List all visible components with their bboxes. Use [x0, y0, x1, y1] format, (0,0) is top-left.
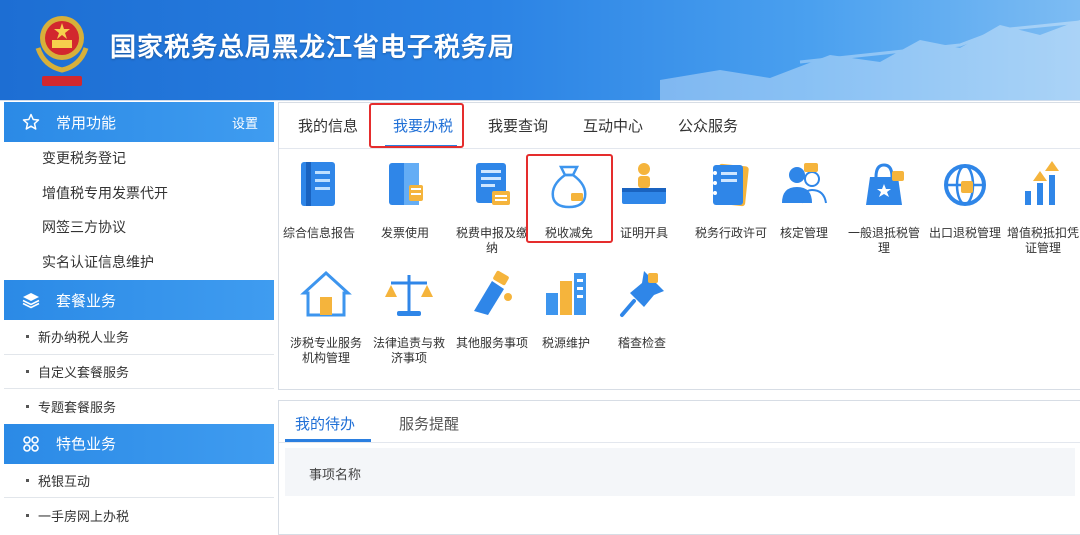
tile-label: 发票使用: [380, 226, 429, 240]
tile-highlight-box: [526, 154, 613, 243]
tile-vat-deduction[interactable]: 增值税抵扣凭证管理: [1007, 157, 1079, 256]
sidebar-section-package[interactable]: 套餐业务: [4, 280, 274, 320]
sidebar-item-label: 自定义套餐服务: [38, 365, 130, 381]
tile-label: 综合信息报告: [282, 226, 355, 240]
tile-label: 税务行政许可: [694, 226, 767, 240]
tile-label: 法律追责与救济事项: [372, 336, 445, 365]
tile-professional-service[interactable]: 涉税专业服务机构管理: [285, 267, 367, 366]
settings-link[interactable]: 设置: [232, 113, 258, 132]
sidebar-item-new-taxpayer[interactable]: 新办纳税人业务: [4, 320, 274, 355]
sidebar-section-title: 套餐业务: [56, 291, 117, 310]
tile-label: 其他服务事项: [455, 336, 528, 350]
active-tab-indicator: [285, 439, 371, 442]
tile-other-services[interactable]: 其他服务事项: [451, 267, 533, 351]
great-wall-background-icon: [660, 20, 1080, 100]
sidebar: 常用功能 设置 变更税务登记 增值税专用发票代开 网签三方协议 实名认证信息维护…: [4, 102, 274, 535]
layers-icon: [22, 291, 40, 309]
tab-service-reminder[interactable]: 服务提醒: [399, 413, 459, 434]
hand-service-icon: [474, 270, 512, 315]
tile-label: 税源维护: [541, 336, 590, 350]
bullet: [26, 369, 29, 373]
sidebar-item-tripartite-agreement[interactable]: 网签三方协议: [4, 211, 274, 246]
column-header-item-name: 事项名称: [309, 468, 362, 483]
globe-icon: [944, 164, 986, 206]
tile-label: 一般退抵税管理: [847, 226, 920, 255]
tile-legal-remedy[interactable]: 法律追责与救济事项: [370, 267, 448, 366]
sidebar-item-topic-package[interactable]: 专题套餐服务: [4, 389, 274, 424]
sidebar-item-label: 税银互动: [38, 474, 91, 490]
tab-my-info[interactable]: 我的信息: [298, 115, 358, 136]
site-title: 国家税务总局黑龙江省电子税务局: [110, 33, 516, 63]
tab-public-service[interactable]: 公众服务: [678, 115, 738, 136]
tile-label: 涉税专业服务机构管理: [289, 336, 362, 365]
grid-icon: [22, 435, 40, 453]
permit-notebook-icon: [713, 163, 749, 207]
tile-comprehensive-report[interactable]: 综合信息报告: [280, 157, 358, 241]
tile-inspection[interactable]: 稽查检查: [603, 267, 681, 351]
refund-bag-icon: [866, 163, 904, 205]
sidebar-item-new-house-tax[interactable]: 一手房网上办税: [4, 498, 274, 533]
scales-icon: [385, 275, 433, 316]
invoice-icon: [389, 163, 423, 205]
tile-certificate[interactable]: 证明开具: [605, 157, 683, 241]
star-icon: [22, 113, 40, 131]
buildings-icon: [546, 273, 586, 315]
sidebar-item-tax-bank[interactable]: 税银互动: [4, 464, 274, 498]
sidebar-item-label: 一手房网上办税: [38, 509, 130, 525]
sidebar-section-special[interactable]: 特色业务: [4, 423, 274, 464]
sidebar-item-label: 新办纳税人业务: [38, 331, 130, 347]
header-divider: [0, 100, 1080, 101]
national-emblem-icon: [35, 16, 89, 86]
sidebar-section-common[interactable]: 常用功能 设置: [4, 102, 274, 142]
tile-export-refund[interactable]: 出口退税管理: [925, 157, 1005, 241]
sidebar-item-custom-package[interactable]: 自定义套餐服务: [4, 355, 274, 389]
tile-label: 稽查检查: [617, 336, 666, 350]
tab-my-todo[interactable]: 我的待办: [295, 413, 355, 434]
sidebar-item-label: 专题套餐服务: [38, 400, 117, 416]
todo-tabs: 我的待办 服务提醒: [279, 401, 1080, 443]
sidebar-item-real-name-auth[interactable]: 实名认证信息维护: [4, 246, 274, 281]
sidebar-section-title: 特色业务: [56, 435, 117, 453]
bullet: [26, 404, 29, 408]
tab-highlight-box: [369, 103, 464, 148]
bullet: [26, 335, 29, 339]
bar-growth-icon: [1025, 161, 1059, 205]
certificate-person-icon: [622, 163, 666, 204]
tile-verification[interactable]: 核定管理: [765, 157, 843, 241]
tab-query[interactable]: 我要查询: [488, 115, 548, 136]
users-icon: [782, 163, 827, 204]
todo-panel: 我的待办 服务提醒 事项名称: [278, 400, 1080, 535]
site-header: 国家税务总局黑龙江省电子税务局: [0, 0, 1080, 100]
tile-label: 出口退税管理: [928, 226, 1001, 240]
tile-tax-source[interactable]: 税源维护: [527, 267, 605, 351]
tile-label: 增值税抵扣凭证管理: [1007, 226, 1080, 255]
sidebar-item-vat-invoice[interactable]: 增值税专用发票代开: [4, 177, 274, 212]
main-panel: 我的信息 我要办税 我要查询 互动中心 公众服务 综合信息报告 发票使用 税费申…: [278, 102, 1080, 390]
tile-invoice-usage[interactable]: 发票使用: [366, 157, 444, 241]
tile-tax-declaration[interactable]: 税费申报及缴纳: [451, 157, 533, 256]
sidebar-item-change-registration[interactable]: 变更税务登记: [4, 142, 274, 177]
task-table-header: 事项名称: [285, 448, 1075, 496]
tile-label: 核定管理: [779, 226, 828, 240]
tax-declaration-icon: [476, 163, 510, 205]
house-tools-icon: [300, 270, 352, 317]
tile-label: 税费申报及缴纳: [455, 226, 528, 255]
pushpin-icon: [620, 271, 664, 317]
tile-admin-permit[interactable]: 税务行政许可: [687, 157, 775, 241]
sidebar-section-title: 常用功能: [56, 113, 117, 132]
document-report-icon: [301, 162, 335, 206]
bullet: [26, 513, 29, 517]
tab-interaction[interactable]: 互动中心: [583, 115, 643, 136]
tile-general-refund[interactable]: 一般退抵税管理: [845, 157, 923, 256]
tile-label: 证明开具: [619, 226, 668, 240]
main-tabs: 我的信息 我要办税 我要查询 互动中心 公众服务: [279, 103, 1080, 149]
bullet: [26, 478, 29, 482]
